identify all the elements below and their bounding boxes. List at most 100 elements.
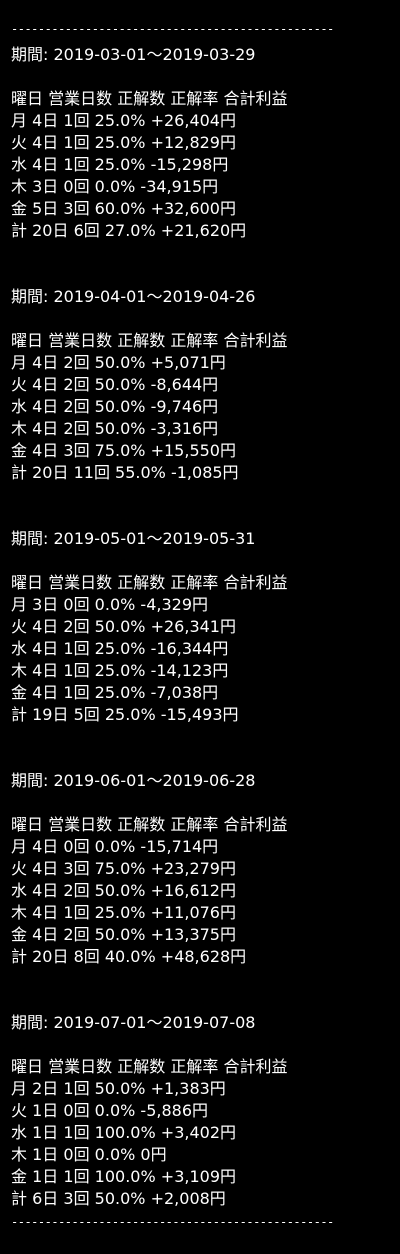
cell-days: 4日 [32,419,59,438]
divider-bottom: ----------------------------------------… [11,1215,334,1229]
cell-rate: 25.0% [94,133,146,152]
cell-weekday: 計 [11,463,28,482]
cell-rate: 50.0% [94,419,146,438]
cell-weekday: 計 [11,947,28,966]
cell-correct: 1回 [63,133,90,152]
header-days: 営業日数 [48,89,113,108]
header-correct: 正解数 [117,573,166,592]
cell-weekday: 月 [11,595,28,614]
period-label: 期間: 2019-04-01〜2019-04-26 [11,287,256,306]
period-table: 曜日 営業日数 正解数 正解率 合計利益 月 4日 0回 0.0% -15,714円 火 4日 3回… [11,814,396,968]
cell-days: 6日 [32,1189,59,1208]
header-weekday: 曜日 [11,89,44,108]
table-row: 水 4日 2回 50.0% -9,746円 [11,396,396,418]
cell-days: 20日 [32,463,69,482]
table-row: 火 1日 0回 0.0% -5,886円 [11,1100,396,1122]
cell-days: 4日 [32,353,59,372]
cell-days: 3日 [32,177,59,196]
table-row: 金 4日 2回 50.0% +13,375円 [11,924,396,946]
header-weekday: 曜日 [11,1057,44,1076]
cell-weekday: 金 [11,925,28,944]
cell-rate: 40.0% [104,947,156,966]
cell-rate: 27.0% [104,221,156,240]
cell-days: 1日 [32,1123,59,1142]
cell-rate: 25.0% [94,903,146,922]
header-rate: 正解率 [170,89,219,108]
cell-weekday: 計 [11,705,28,724]
cell-weekday: 水 [11,155,28,174]
cell-days: 4日 [32,133,59,152]
cell-correct: 1回 [63,111,90,130]
cell-rate: 0.0% [94,837,136,856]
cell-rate: 25.0% [94,111,146,130]
cell-days: 4日 [32,859,59,878]
period-label: 期間: 2019-06-01〜2019-06-28 [11,771,256,790]
cell-rate: 55.0% [115,463,166,482]
cell-weekday: 月 [11,1079,28,1098]
cell-days: 4日 [32,639,59,658]
cell-profit: -34,915円 [140,177,219,196]
cell-days: 2日 [32,1079,59,1098]
cell-correct: 0回 [63,595,90,614]
cell-days: 4日 [32,881,59,900]
cell-profit: -1,085円 [170,463,239,482]
cell-correct: 6回 [73,221,100,240]
table-row: 水 4日 2回 50.0% +16,612円 [11,880,396,902]
cell-correct: 1回 [63,1167,90,1186]
cell-profit: -3,316円 [150,419,219,438]
cell-rate: 100.0% [94,1167,156,1186]
header-profit: 合計利益 [223,573,288,592]
table-row-total: 計 6日 3回 50.0% +2,008円 [11,1188,396,1210]
table-row: 水 4日 1回 25.0% -16,344円 [11,638,396,660]
cell-rate: 0.0% [94,1101,136,1120]
cell-days: 4日 [32,925,59,944]
cell-weekday: 金 [11,683,28,702]
cell-profit: +13,375円 [150,925,236,944]
cell-correct: 0回 [63,1145,90,1164]
cell-profit: -9,746円 [150,397,219,416]
table-header: 曜日 営業日数 正解数 正解率 合計利益 [11,330,396,352]
cell-rate: 100.0% [94,1123,156,1142]
header-profit: 合計利益 [223,331,288,350]
table-row: 木 3日 0回 0.0% -34,915円 [11,176,396,198]
cell-weekday: 月 [11,837,28,856]
cell-profit: +1,383円 [150,1079,226,1098]
cell-profit: 0円 [140,1145,167,1164]
cell-rate: 50.0% [94,375,146,394]
period-table: 曜日 営業日数 正解数 正解率 合計利益 月 3日 0回 0.0% -4,329円 火 4日 2回 5… [11,572,396,726]
cell-correct: 2回 [63,881,90,900]
table-header: 曜日 営業日数 正解数 正解率 合計利益 [11,88,396,110]
table-row-total: 計 19日 5回 25.0% -15,493円 [11,704,396,726]
table-row: 月 4日 0回 0.0% -15,714円 [11,836,396,858]
table-row: 月 4日 2回 50.0% +5,071円 [11,352,396,374]
period-table: 曜日 営業日数 正解数 正解率 合計利益 月 4日 1回 25.0% +26,404円 火 4日 1… [11,88,396,242]
table-header: 曜日 営業日数 正解数 正解率 合計利益 [11,1056,396,1078]
cell-days: 1日 [32,1167,59,1186]
cell-rate: 25.0% [94,639,146,658]
table-row: 火 4日 3回 75.0% +23,279円 [11,858,396,880]
cell-correct: 0回 [63,837,90,856]
cell-correct: 0回 [63,1101,90,1120]
header-profit: 合計利益 [223,1057,288,1076]
cell-correct: 11回 [73,463,110,482]
header-days: 営業日数 [48,1057,113,1076]
cell-correct: 1回 [63,661,90,680]
cell-days: 4日 [32,683,59,702]
cell-profit: +32,600円 [150,199,236,218]
cell-rate: 0.0% [94,1145,136,1164]
cell-days: 19日 [32,705,69,724]
cell-days: 5日 [32,199,59,218]
cell-days: 4日 [32,837,59,856]
cell-rate: 50.0% [94,353,146,372]
period-table: 曜日 営業日数 正解数 正解率 合計利益 月 4日 2回 50.0% +5,071円 火 4日 2回… [11,330,396,484]
cell-days: 4日 [32,155,59,174]
cell-profit: -5,886円 [140,1101,209,1120]
cell-weekday: 金 [11,1167,28,1186]
cell-weekday: 水 [11,881,28,900]
cell-correct: 3回 [63,441,90,460]
cell-weekday: 木 [11,419,28,438]
table-row: 火 4日 2回 50.0% +26,341円 [11,616,396,638]
cell-rate: 50.0% [94,617,146,636]
cell-profit: -15,493円 [160,705,239,724]
cell-profit: -8,644円 [150,375,219,394]
